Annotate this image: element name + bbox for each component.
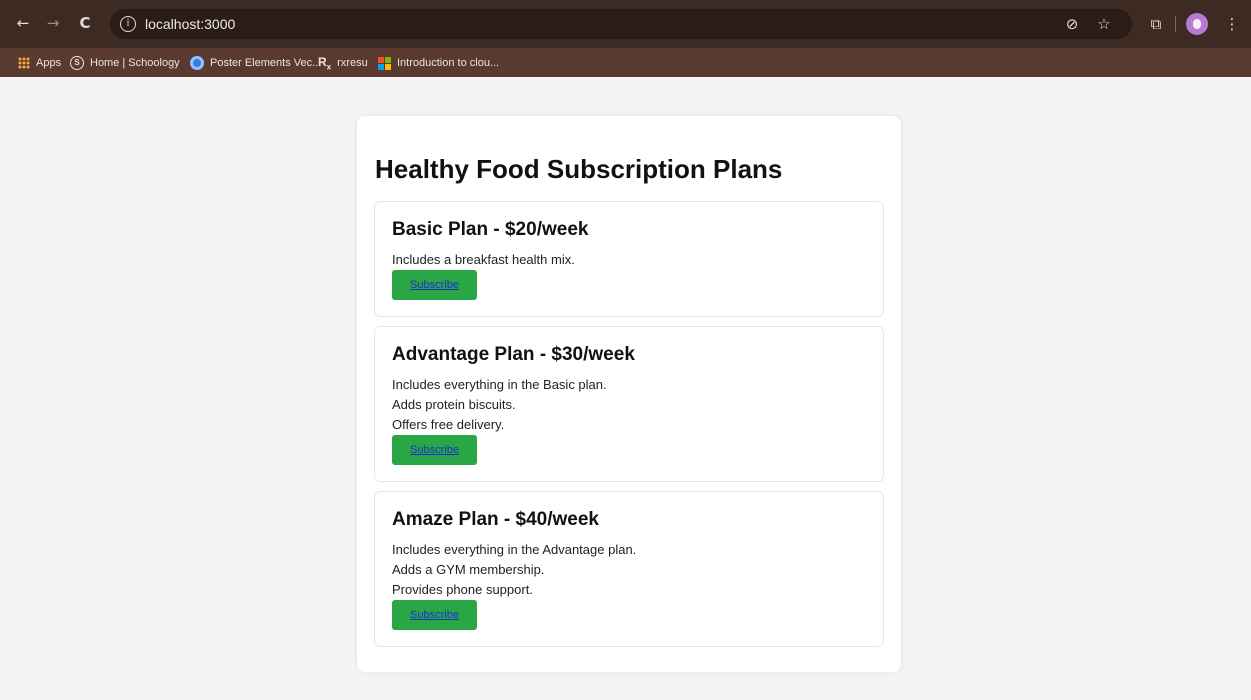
bookmark-label: Poster Elements Vec... — [210, 57, 322, 69]
bookmark-star-icon[interactable]: ☆ — [1094, 14, 1114, 34]
feature-item: Provides phone support. — [392, 582, 533, 597]
subscribe-link[interactable]: Subscribe — [410, 444, 459, 456]
toolbar-divider — [1175, 16, 1176, 32]
feature-item: Includes everything in the Basic plan. — [392, 377, 607, 392]
plan-card-amaze: Amaze Plan - $40/week Includes everythin… — [374, 491, 884, 647]
plan-title: Advantage Plan - $30/week — [392, 344, 635, 365]
profile-avatar[interactable] — [1186, 13, 1208, 35]
feature-item: Includes everything in the Advantage pla… — [392, 542, 637, 557]
subscribe-button-basic[interactable]: Subscribe — [392, 270, 477, 300]
page-viewport: Healthy Food Subscription Plans Basic Pl… — [8, 77, 1243, 700]
menu-icon[interactable]: ⋮ — [1222, 14, 1242, 34]
url-text[interactable]: localhost:3000 — [145, 16, 235, 32]
plan-features: Includes a breakfast health mix. — [392, 250, 575, 270]
page-title: Healthy Food Subscription Plans — [375, 154, 783, 184]
feature-item: Offers free delivery. — [392, 417, 505, 432]
feature-item: Adds protein biscuits. — [392, 397, 516, 412]
bookmark-apps[interactable]: Apps — [18, 54, 61, 72]
browser-toolbar: ← → C i localhost:3000 ⊘ ☆ ⧉ ⋮ — [0, 0, 1251, 48]
plan-card-basic: Basic Plan - $20/week Includes a breakfa… — [374, 201, 884, 317]
plans-container: Healthy Food Subscription Plans Basic Pl… — [357, 116, 901, 672]
plan-features: Includes everything in the Advantage pla… — [392, 540, 636, 600]
apps-grid-icon — [18, 57, 30, 69]
bookmarks-bar: Apps S Home | Schoology Poster Elements … — [0, 48, 1251, 77]
schoology-logo-icon: S — [70, 56, 84, 70]
reload-icon[interactable]: C — [76, 14, 94, 32]
bookmark-label: rxresu — [337, 57, 368, 69]
forward-icon[interactable]: → — [44, 14, 62, 32]
bookmark-intro-cloud[interactable]: Introduction to clou... — [378, 54, 499, 72]
plan-title: Basic Plan - $20/week — [392, 219, 589, 240]
plan-title: Amaze Plan - $40/week — [392, 509, 599, 530]
eye-off-icon[interactable]: ⊘ — [1062, 14, 1082, 34]
bookmark-label: Home | Schoology — [90, 57, 180, 69]
subscribe-link[interactable]: Subscribe — [410, 279, 459, 291]
bookmark-label: Apps — [36, 57, 62, 69]
subscribe-link[interactable]: Subscribe — [410, 609, 459, 621]
bookmark-schoology[interactable]: S Home | Schoology — [70, 54, 180, 72]
bookmark-poster-elements[interactable]: Poster Elements Vec... — [190, 54, 321, 72]
address-bar[interactable]: i localhost:3000 ⊘ ☆ — [110, 9, 1132, 39]
rx-logo-icon: Rx — [318, 54, 332, 72]
feature-item: Adds a GYM membership. — [392, 562, 545, 577]
bookmark-label: Introduction to clou... — [397, 57, 500, 69]
back-icon[interactable]: ← — [14, 14, 32, 32]
plan-features: Includes everything in the Basic plan. A… — [392, 375, 607, 435]
subscribe-button-advantage[interactable]: Subscribe — [392, 435, 477, 465]
bookmark-rxresu[interactable]: Rx rxresu — [318, 54, 368, 72]
microsoft-logo-icon — [378, 56, 391, 70]
plan-card-advantage: Advantage Plan - $30/week Includes every… — [374, 326, 884, 482]
feature-item: Includes a breakfast health mix. — [392, 252, 575, 267]
subscribe-button-amaze[interactable]: Subscribe — [392, 600, 477, 630]
site-info-icon[interactable]: i — [120, 16, 136, 32]
extensions-icon[interactable]: ⧉ — [1146, 14, 1166, 34]
poster-logo-icon — [190, 56, 204, 70]
